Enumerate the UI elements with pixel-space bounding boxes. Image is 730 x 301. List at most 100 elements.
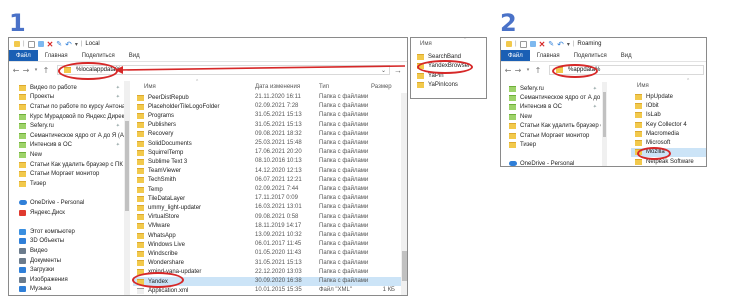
quick-access-dropdown[interactable]: ▾ [567,41,570,48]
back-arrow-icon[interactable]: ← [11,66,21,75]
delete-icon[interactable]: ✕ [47,40,54,49]
new-folder-icon[interactable] [529,41,536,47]
tab-file[interactable]: Файл [9,50,38,61]
properties-icon[interactable] [519,40,527,48]
file-row[interactable]: ummy_light-updater 16.03.2021 13:01 Папка … [133,203,401,212]
recent-dropdown-icon[interactable]: ▾ [31,67,41,73]
properties-icon[interactable] [27,40,35,48]
file-row[interactable]: PeerDistRepub 21.11.2020 16:11 Папка с фай… [133,93,401,102]
nav-item[interactable]: Семантическое ядро от А до Я (Але✦ [9,131,124,141]
back-arrow-icon[interactable]: ← [503,66,513,75]
window-title: Roaming [577,41,602,47]
nav-item[interactable]: Интенсив в ОС ✦ [9,141,124,151]
file-row[interactable]: YaPinIcons [417,81,483,91]
forward-arrow-icon[interactable]: → [21,66,31,75]
nav-item[interactable]: Статьи по работе по курсу Антона✦ [9,102,124,112]
nav-item[interactable]: Статьи Как удалить браузер с ПК полнос [501,122,601,131]
tab-share[interactable]: Поделиться [567,50,614,61]
column-name[interactable]: Имя [637,83,649,89]
nav-scroll-thumb[interactable] [125,121,129,211]
nav-item[interactable]: Статьи Моргает монитор [9,169,124,179]
nav-scroll-thumb[interactable] [603,92,606,137]
tab-view[interactable]: Вид [614,50,639,61]
nav-item-label: Sefery.ru [520,85,544,92]
file-row[interactable]: Temp 02.09.2021 7:44 Папка с файлами [133,185,401,194]
nav-item[interactable]: New [9,150,124,160]
nav-item[interactable]: Семантическое ядро от А до Я (Але✦ [501,93,601,102]
quick-access-dropdown[interactable]: ▾ [75,41,78,48]
file-row[interactable]: Publishers 31.05.2021 15:13 Папка с файлам… [133,121,401,130]
file-row[interactable]: Application.xml 10.01.2015 15:35 Файл "XML… [133,286,401,295]
file-row[interactable]: TechSmith 06.07.2021 12:21 Папка с файлами [133,176,401,185]
nav-item[interactable]: 3D Объекты [9,237,124,247]
file-row[interactable]: VMware 18.11.2019 14:17 Папка с файлами [133,222,401,231]
nav-item[interactable]: Яндекс.Диск [9,208,124,218]
tab-file[interactable]: Файл [501,50,530,61]
file-row[interactable]: WhatsApp 13.09.2021 10:32 Папка с файлами [133,231,401,240]
file-row[interactable]: IsLab [631,111,706,120]
popup-column-name[interactable]: Имя [420,41,432,47]
column-type[interactable]: Тип [319,84,329,90]
file-row[interactable]: Key Collector 4 [631,120,706,129]
nav-item[interactable]: Загрузки [9,265,124,275]
file-row[interactable]: Macromedia [631,129,706,138]
nav-item[interactable]: Интенсив в ОС ✦ [501,103,601,112]
file-row[interactable]: TeamViewer 14.12.2020 12:13 Папка с файлам… [133,167,401,176]
forward-arrow-icon[interactable]: → [513,66,523,75]
file-row[interactable]: VirtualStore 09.08.2021 0:58 Папка с файла… [133,213,401,222]
nav-pane-scrollbar[interactable] [602,82,607,166]
recent-dropdown-icon[interactable]: ▾ [523,67,533,73]
nav-item[interactable]: Этот компьютер [9,227,124,237]
delete-icon[interactable]: ✕ [539,40,546,49]
undo-icon[interactable]: ↶ [65,40,72,49]
nav-item[interactable]: Тизер [9,179,124,189]
library-icon [19,267,26,274]
file-row[interactable]: Windscribe 01.05.2020 11:43 Папка с файлам… [133,249,401,258]
file-scroll-thumb[interactable] [402,251,407,281]
file-row[interactable]: PlaceholderTileLogoFolder 02.09.2021 7:28… [133,102,401,111]
new-folder-icon[interactable] [37,41,44,47]
nav-item[interactable]: Видео по работе ✦ [9,83,124,93]
nav-item[interactable]: Sefery.ru ✦ [501,84,601,93]
file-row[interactable]: SquirrelTemp 17.06.2021 20:20 Папка с файл… [133,148,401,157]
undo-icon[interactable]: ↶ [557,40,564,49]
rename-icon[interactable]: ✎ [548,40,554,48]
nav-item[interactable]: Тизер [501,140,601,149]
nav-item[interactable]: Проекты ✦ [9,93,124,103]
file-type: Папка с файлами [319,167,369,174]
column-name[interactable]: Имя [144,84,156,90]
up-arrow-icon[interactable]: ↑ [533,66,543,75]
file-row[interactable]: TileDataLayer 17.11.2017 0:09 Папка с файл… [133,194,401,203]
up-arrow-icon[interactable]: ↑ [41,66,51,75]
column-size[interactable]: Размер [371,84,392,90]
nav-item[interactable]: OneDrive - Personal [501,159,601,166]
explorer-window-roaming: | ✕ ✎ ↶ ▾ | Roaming Файл Главная Поделит… [500,37,707,167]
file-row[interactable]: SolidDocuments 25.03.2021 15:48 Папка с фа… [133,139,401,148]
file-row[interactable]: Programs 31.05.2021 15:13 Папка с файлами [133,111,401,120]
file-list-scrollbar[interactable] [401,93,407,295]
nav-item[interactable]: OneDrive - Personal [9,198,124,208]
nav-pane-scrollbar[interactable] [124,81,130,295]
tab-home[interactable]: Главная [530,50,567,61]
nav-item[interactable]: Видео [9,246,124,256]
tab-home[interactable]: Главная [38,50,75,61]
nav-item[interactable]: Документы [9,256,124,266]
file-row[interactable]: Wondershare 31.05.2021 15:13 Папка с файла… [133,259,401,268]
nav-item[interactable]: Статьи Моргает монитор [501,131,601,140]
annotation-arrow [115,65,406,74]
nav-item-label: Статьи Моргает монитор [520,132,590,139]
file-row[interactable]: Microsoft [631,139,706,148]
nav-item[interactable]: New [501,112,601,121]
nav-item[interactable]: Статьи Как удалить браузер с ПК полнос [9,160,124,170]
file-row[interactable]: Sublime Text 3 08.10.2016 10:13 Папка с фа… [133,157,401,166]
file-row[interactable]: HpUpdate [631,92,706,101]
nav-item[interactable]: Музыка [9,285,124,295]
nav-item[interactable]: Курс Мурадовой по Яндекс Директ✦ [9,112,124,122]
file-row[interactable]: IObit [631,101,706,110]
file-row[interactable]: Windows Live 06.01.2017 11:45 Папка с файл… [133,240,401,249]
column-date[interactable]: Дата изменения [255,84,300,90]
file-row[interactable]: Recovery 09.08.2021 18:32 Папка с файлами [133,130,401,139]
rename-icon[interactable]: ✎ [56,40,62,48]
nav-item[interactable]: Sefery.ru ✦ [9,121,124,131]
nav-item[interactable]: Изображения [9,275,124,285]
